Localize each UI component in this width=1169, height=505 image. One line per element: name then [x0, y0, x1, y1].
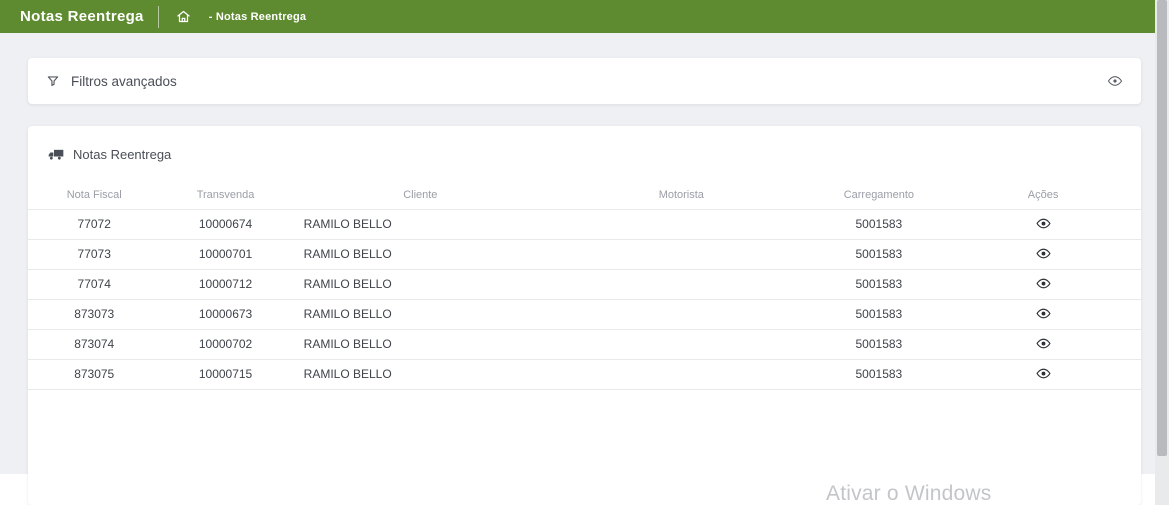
table-row: 77074 10000712 RAMILO BELLO 5001583 [28, 269, 1141, 299]
cell-transvenda: 10000702 [160, 329, 290, 359]
cell-cliente: RAMILO BELLO [291, 299, 550, 329]
eye-icon [1036, 216, 1051, 231]
cell-nota-fiscal: 873073 [28, 299, 160, 329]
view-note-button[interactable] [1032, 274, 1055, 293]
topbar: Notas Reentrega - Notas Reentrega [0, 0, 1155, 33]
cell-nota-fiscal: 77072 [28, 209, 160, 239]
vertical-scrollbar[interactable] [1155, 0, 1169, 505]
col-header-cliente: Cliente [291, 182, 550, 209]
cell-acoes [945, 299, 1141, 329]
cell-transvenda: 10000715 [160, 359, 290, 389]
view-note-button[interactable] [1032, 214, 1055, 233]
cell-carregamento: 5001583 [813, 269, 945, 299]
cell-carregamento: 5001583 [813, 359, 945, 389]
table-row: 873074 10000702 RAMILO BELLO 5001583 [28, 329, 1141, 359]
cell-cliente: RAMILO BELLO [291, 269, 550, 299]
col-header-nota-fiscal: Nota Fiscal [28, 182, 160, 209]
cell-motorista [550, 269, 813, 299]
table-header-row: Nota Fiscal Transvenda Cliente Motorista… [28, 182, 1141, 209]
cell-acoes [945, 269, 1141, 299]
col-header-motorista: Motorista [550, 182, 813, 209]
notes-card-title: Notas Reentrega [73, 147, 171, 162]
cell-carregamento: 5001583 [813, 209, 945, 239]
topbar-divider [158, 6, 159, 28]
windows-activation-watermark: Ativar o Windows [826, 482, 991, 505]
screen: Notas Reentrega - Notas Reentrega Filtro… [0, 0, 1169, 505]
page-title: Notas Reentrega [20, 8, 144, 25]
cell-transvenda: 10000712 [160, 269, 290, 299]
breadcrumb: - Notas Reentrega [209, 11, 307, 23]
cell-nota-fiscal: 873074 [28, 329, 160, 359]
cell-carregamento: 5001583 [813, 299, 945, 329]
cell-transvenda: 10000673 [160, 299, 290, 329]
cell-acoes [945, 329, 1141, 359]
table-row: 873073 10000673 RAMILO BELLO 5001583 [28, 299, 1141, 329]
eye-icon [1036, 276, 1051, 291]
table-row: 77073 10000701 RAMILO BELLO 5001583 [28, 239, 1141, 269]
cell-nota-fiscal: 873075 [28, 359, 160, 389]
home-icon[interactable] [176, 9, 191, 24]
cell-acoes [945, 359, 1141, 389]
filter-icon [46, 74, 60, 88]
view-note-button[interactable] [1032, 304, 1055, 323]
advanced-filters-bar[interactable]: Filtros avançados [28, 58, 1141, 104]
truck-icon [48, 148, 64, 161]
table-row: 77072 10000674 RAMILO BELLO 5001583 [28, 209, 1141, 239]
col-header-acoes: Ações [945, 182, 1141, 209]
cell-carregamento: 5001583 [813, 239, 945, 269]
eye-icon [1036, 336, 1051, 351]
cell-motorista [550, 239, 813, 269]
cell-cliente: RAMILO BELLO [291, 239, 550, 269]
cell-motorista [550, 329, 813, 359]
cell-cliente: RAMILO BELLO [291, 329, 550, 359]
notes-card: Notas Reentrega Nota Fiscal Transvenda C… [28, 126, 1141, 505]
table-row: 873075 10000715 RAMILO BELLO 5001583 [28, 359, 1141, 389]
view-note-button[interactable] [1032, 244, 1055, 263]
cell-nota-fiscal: 77073 [28, 239, 160, 269]
filters-title: Filtros avançados [71, 74, 177, 89]
eye-icon [1036, 366, 1051, 381]
eye-icon [1036, 306, 1051, 321]
cell-motorista [550, 359, 813, 389]
col-header-carregamento: Carregamento [813, 182, 945, 209]
cell-acoes [945, 209, 1141, 239]
cell-motorista [550, 209, 813, 239]
cell-cliente: RAMILO BELLO [291, 359, 550, 389]
cell-transvenda: 10000674 [160, 209, 290, 239]
cell-acoes [945, 239, 1141, 269]
cell-carregamento: 5001583 [813, 329, 945, 359]
notes-card-header: Notas Reentrega [28, 126, 1141, 182]
cell-nota-fiscal: 77074 [28, 269, 160, 299]
col-header-transvenda: Transvenda [160, 182, 290, 209]
cell-cliente: RAMILO BELLO [291, 209, 550, 239]
view-note-button[interactable] [1032, 334, 1055, 353]
table-body: 77072 10000674 RAMILO BELLO 5001583 7707… [28, 209, 1141, 389]
toggle-filters-eye-icon[interactable] [1107, 73, 1123, 89]
notes-table: Nota Fiscal Transvenda Cliente Motorista… [28, 182, 1141, 390]
cell-motorista [550, 299, 813, 329]
view-note-button[interactable] [1032, 364, 1055, 383]
cell-transvenda: 10000701 [160, 239, 290, 269]
eye-icon [1036, 246, 1051, 261]
scrollbar-thumb[interactable] [1157, 0, 1167, 456]
